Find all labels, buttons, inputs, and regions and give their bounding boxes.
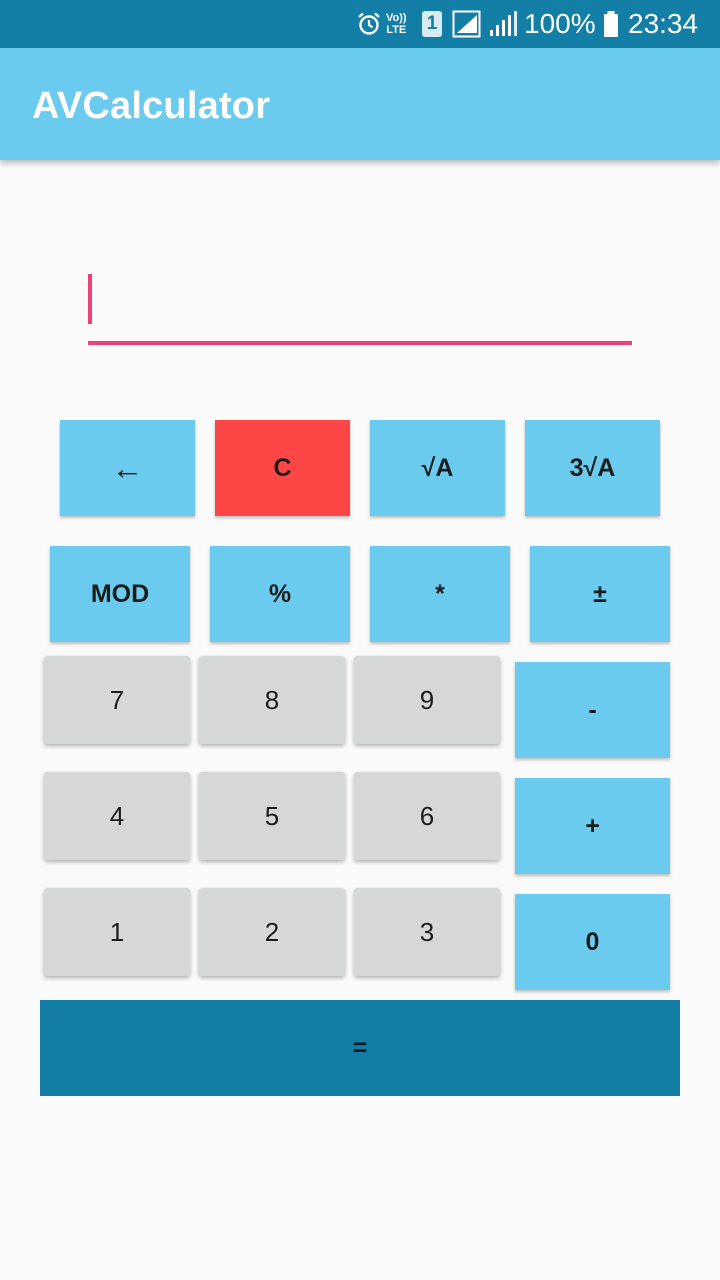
clear-button[interactable]: C (215, 420, 350, 516)
app-bar: AVCalculator (0, 48, 720, 160)
sim-slot-label: 1 (422, 11, 442, 37)
digit-3-button[interactable]: 3 (354, 888, 500, 976)
multiply-button[interactable]: * (370, 546, 510, 642)
text-cursor (88, 274, 92, 324)
clock: 23:34 (628, 8, 699, 39)
signal-icon (488, 0, 518, 48)
digit-0-button[interactable]: 0 (515, 894, 670, 990)
lte-label: LTE (386, 24, 407, 36)
plus-minus-button[interactable]: ± (530, 546, 670, 642)
cube-root-button[interactable]: 3√A (525, 420, 660, 516)
volte-indicator: Vo)) LTE (386, 0, 407, 48)
signal-icon (452, 0, 482, 48)
battery-icon (603, 0, 619, 48)
digit-4-button[interactable]: 4 (44, 772, 190, 860)
status-bar: Vo)) LTE 1 100% 23:34 (0, 0, 720, 48)
minus-button[interactable]: - (515, 662, 670, 758)
alarm-icon (356, 0, 382, 48)
app-title: AVCalculator (32, 85, 271, 127)
mod-button[interactable]: MOD (50, 546, 190, 642)
display-input[interactable] (88, 266, 632, 348)
plus-button[interactable]: + (515, 778, 670, 874)
square-root-button[interactable]: √A (370, 420, 505, 516)
volte-label: Vo)) (386, 12, 407, 24)
backspace-button[interactable]: ← (60, 420, 195, 516)
digit-8-button[interactable]: 8 (199, 656, 345, 744)
battery-percentage: 100% (524, 8, 596, 39)
digit-2-button[interactable]: 2 (199, 888, 345, 976)
digit-1-button[interactable]: 1 (44, 888, 190, 976)
digit-6-button[interactable]: 6 (354, 772, 500, 860)
equals-button[interactable]: = (40, 1000, 680, 1096)
sim-indicator: 1 (422, 0, 442, 48)
input-underline (88, 341, 632, 345)
digit-9-button[interactable]: 9 (354, 656, 500, 744)
digit-7-button[interactable]: 7 (44, 656, 190, 744)
digit-5-button[interactable]: 5 (199, 772, 345, 860)
percent-button[interactable]: % (210, 546, 350, 642)
